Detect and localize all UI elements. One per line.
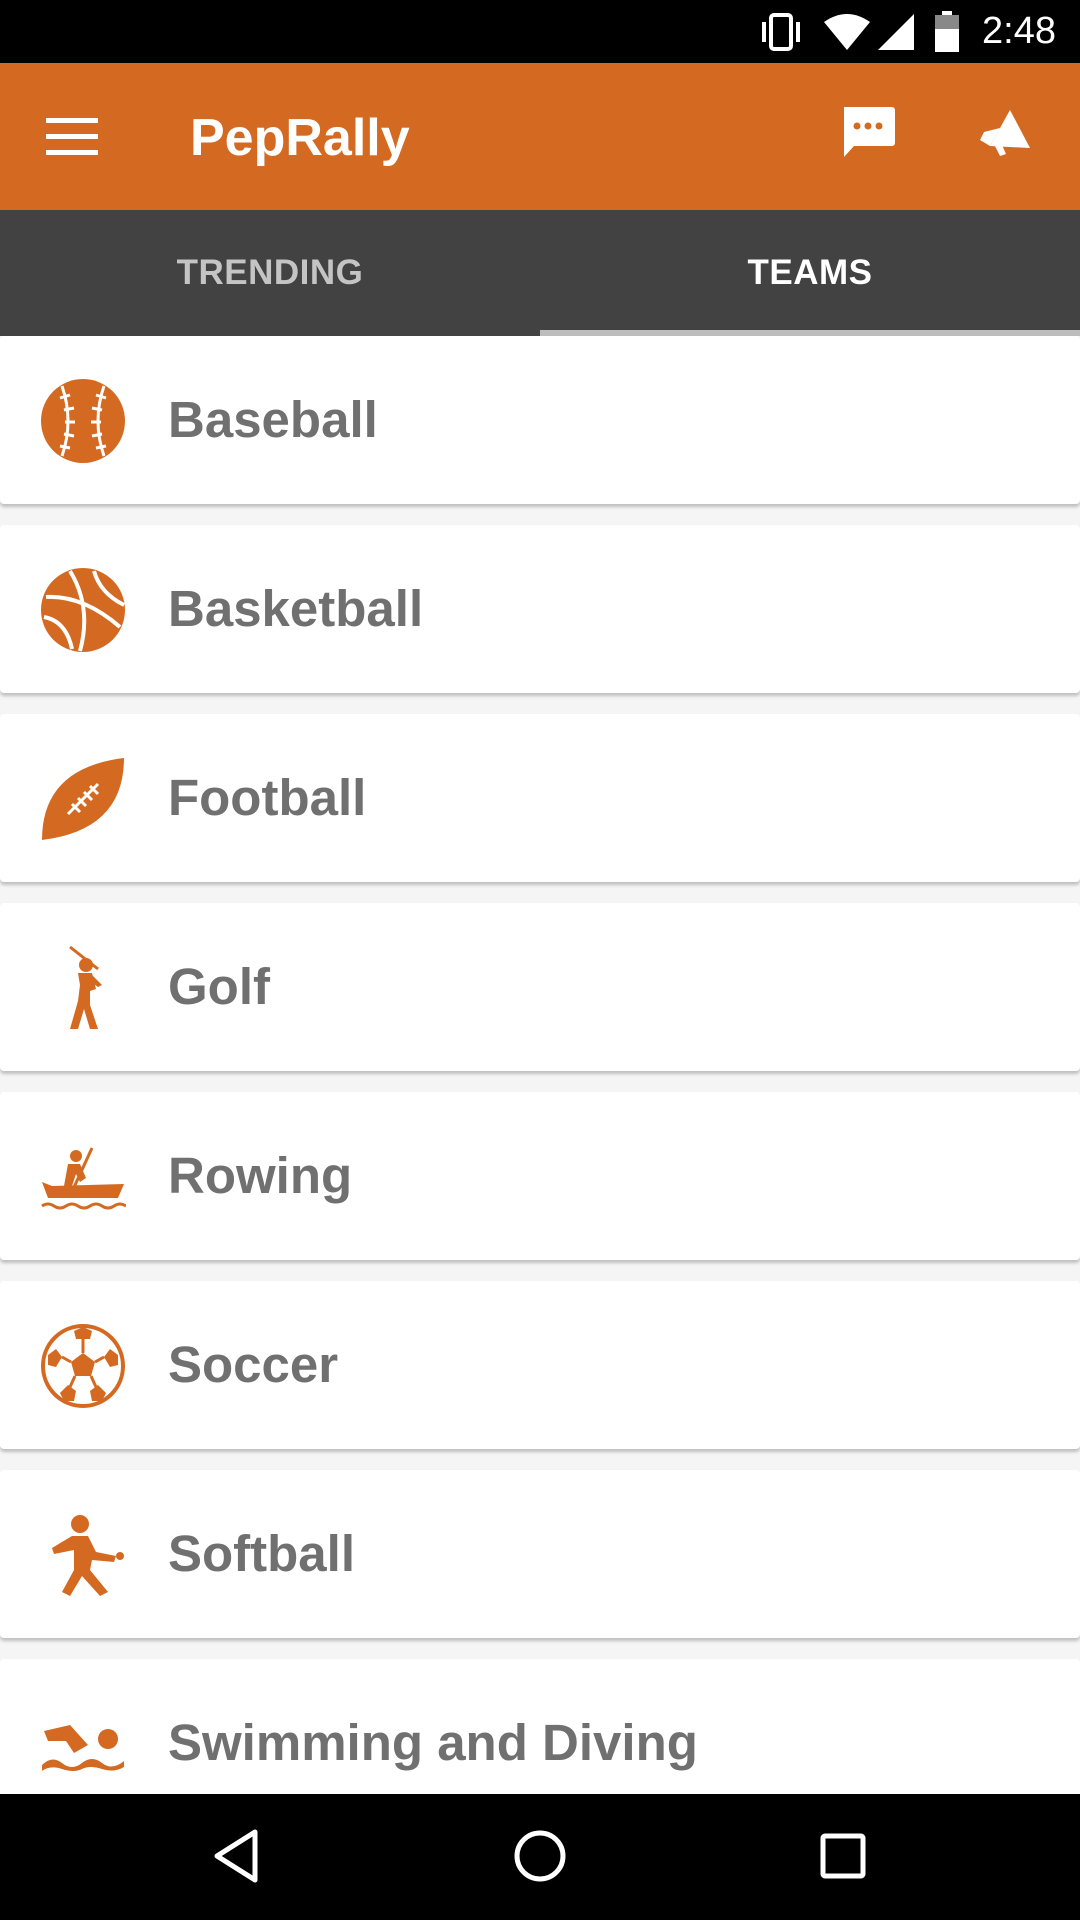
list-item-label: Golf — [168, 958, 270, 1015]
clock: 2:48 — [982, 10, 1056, 52]
chat-button[interactable] — [832, 99, 904, 171]
megaphone-button[interactable] — [968, 99, 1040, 171]
golf-icon — [40, 945, 126, 1031]
list-item-baseball[interactable]: Baseball — [0, 336, 1080, 504]
app-title: PepRally — [190, 109, 410, 167]
baseball-icon — [40, 378, 126, 464]
tab-teams[interactable]: TEAMS — [540, 210, 1080, 336]
list-item-soccer[interactable]: Soccer — [0, 1281, 1080, 1449]
rowing-icon — [40, 1134, 126, 1220]
list-item-rowing[interactable]: Rowing — [0, 1092, 1080, 1260]
list-item-softball[interactable]: Softball — [0, 1470, 1080, 1638]
menu-button[interactable] — [36, 103, 108, 175]
tab-trending[interactable]: TRENDING — [0, 210, 540, 336]
list-item-label: Softball — [168, 1525, 355, 1582]
list-item-label: Rowing — [168, 1147, 353, 1204]
menu-icon — [46, 117, 98, 161]
megaphone-icon — [976, 108, 1032, 163]
navigation-bar — [0, 1794, 1080, 1920]
soccer-icon — [40, 1323, 126, 1409]
list-item-football[interactable]: Football — [0, 714, 1080, 882]
list-item-label: Soccer — [168, 1336, 339, 1393]
recents-button[interactable] — [803, 1818, 883, 1898]
battery-icon — [934, 10, 960, 53]
list-item-swimming[interactable]: Swimming and Diving — [0, 1659, 1080, 1794]
app-bar: PepRally — [0, 63, 1080, 210]
teams-list: Baseball Basketball Football Golf Rowing… — [0, 336, 1080, 1794]
status-bar: 2:48 — [0, 0, 1080, 63]
signal-icon — [876, 12, 916, 52]
back-button[interactable] — [196, 1818, 276, 1898]
recents-icon — [818, 1831, 868, 1886]
back-icon — [211, 1828, 261, 1889]
swimming-icon — [40, 1701, 126, 1787]
basketball-icon — [40, 567, 126, 653]
home-button[interactable] — [500, 1818, 580, 1898]
wifi-icon — [822, 12, 872, 52]
tab-bar: TRENDING TEAMS — [0, 210, 1080, 336]
list-item-label: Football — [168, 769, 367, 826]
list-item-basketball[interactable]: Basketball — [0, 525, 1080, 693]
list-item-label: Basketball — [168, 580, 424, 637]
vibrate-icon — [758, 12, 804, 52]
list-item-label: Baseball — [168, 391, 378, 448]
home-icon — [512, 1828, 568, 1889]
softball-icon — [40, 1512, 126, 1598]
chat-icon — [840, 105, 896, 166]
list-item-golf[interactable]: Golf — [0, 903, 1080, 1071]
football-icon — [40, 756, 126, 842]
list-item-label: Swimming and Diving — [168, 1714, 698, 1771]
